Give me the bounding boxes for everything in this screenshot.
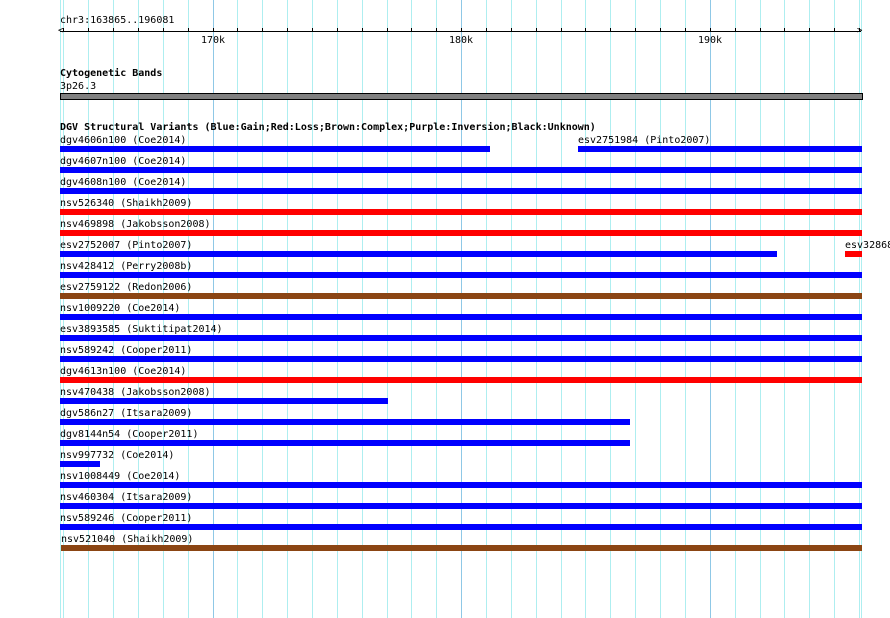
- ruler-tick: [163, 28, 164, 32]
- ruler-tick: [312, 28, 313, 32]
- ruler-tick-label: 180k: [448, 35, 474, 46]
- variant-bar-loss[interactable]: [60, 377, 862, 383]
- variant-label: nsv470438 (Jakobsson2008): [60, 387, 211, 398]
- variant-label: nsv521040 (Shaikh2009): [61, 534, 194, 545]
- ruler-tick-label: 170k: [200, 35, 226, 46]
- variant-bar-loss[interactable]: [845, 251, 862, 257]
- variant-label: nsv997732 (Coe2014): [60, 450, 175, 461]
- ruler-tick: [461, 28, 462, 32]
- variant-label: nsv460304 (Itsara2009): [60, 492, 193, 503]
- variant-bar-gain[interactable]: [60, 272, 862, 278]
- cytoband-bar[interactable]: [60, 93, 863, 100]
- variant-label: esv3893585 (Suktitipat2014): [60, 324, 223, 335]
- variant-label: esv2759122 (Redon2006): [60, 282, 193, 293]
- variant-label: nsv1008449 (Coe2014): [60, 471, 181, 482]
- variant-bar-gain[interactable]: [60, 356, 862, 362]
- variant-bar-gain[interactable]: [60, 167, 862, 173]
- ruler-tick: [88, 28, 89, 32]
- variant-label: nsv469898 (Jakobsson2008): [60, 219, 211, 230]
- ruler-tick: [138, 28, 139, 32]
- ruler-tick: [760, 28, 761, 32]
- ruler-tick: [610, 28, 611, 32]
- ruler-tick: [735, 28, 736, 32]
- variant-label: nsv428412 (Perry2008b): [60, 261, 193, 272]
- ruler-tick: [63, 28, 64, 32]
- variant-label: esv2752007 (Pinto2007): [60, 240, 193, 251]
- variant-bar-gain[interactable]: [60, 482, 862, 488]
- dgv-track-title[interactable]: DGV Structural Variants (Blue:Gain;Red:L…: [60, 122, 596, 133]
- ruler-tick: [486, 28, 487, 32]
- ruler-tick: [834, 28, 835, 32]
- genome-browser-panel: chr3:163865..196081 < > 170k180k190k Cyt…: [0, 0, 890, 618]
- variant-bar-gain[interactable]: [60, 524, 862, 530]
- variant-label: nsv1009220 (Coe2014): [60, 303, 181, 314]
- variant-bar-complex[interactable]: [61, 545, 862, 551]
- ruler-tick: [387, 28, 388, 32]
- variant-label: nsv589246 (Cooper2011): [60, 513, 193, 524]
- variant-bar-gain[interactable]: [578, 146, 862, 152]
- variant-bar-gain[interactable]: [60, 188, 862, 194]
- ruler-tick: [411, 28, 412, 32]
- variant-label: dgv4608n100 (Coe2014): [60, 177, 187, 188]
- variant-label: dgv586n27 (Itsara2009): [60, 408, 193, 419]
- variant-label: esv2751984 (Pinto2007): [578, 135, 711, 146]
- variant-bar-loss[interactable]: [60, 230, 862, 236]
- variant-bar-gain[interactable]: [60, 314, 862, 320]
- ruler-tick: [635, 28, 636, 32]
- ruler-tick: [188, 28, 189, 32]
- ruler-tick: [685, 28, 686, 32]
- variant-label: dgv4607n100 (Coe2014): [60, 156, 187, 167]
- ruler-tick: [809, 28, 810, 32]
- ruler-tick: [784, 28, 785, 32]
- variant-label: dgv8144n54 (Cooper2011): [60, 429, 199, 440]
- ruler-tick: [436, 28, 437, 32]
- variant-label: nsv526340 (Shaikh2009): [60, 198, 193, 209]
- ruler-tick: [561, 28, 562, 32]
- variant-bar-gain[interactable]: [60, 419, 630, 425]
- variant-label: dgv4613n100 (Coe2014): [60, 366, 187, 377]
- ruler-tick: [511, 28, 512, 32]
- variant-bar-gain[interactable]: [60, 503, 862, 509]
- ruler-tick: [536, 28, 537, 32]
- variant-bar-loss[interactable]: [60, 209, 862, 215]
- ruler-tick: [287, 28, 288, 32]
- cytoband-label: 3p26.3: [60, 81, 97, 92]
- cytoband-track-title[interactable]: Cytogenetic Bands: [60, 68, 162, 79]
- variant-label: nsv589242 (Cooper2011): [60, 345, 193, 356]
- ruler-tick: [213, 28, 214, 32]
- variant-bar-gain[interactable]: [60, 440, 630, 446]
- ruler-tick-label: 190k: [697, 35, 723, 46]
- variant-label: esv32868: [845, 240, 890, 251]
- ruler-tick: [859, 28, 860, 32]
- variant-bar-complex[interactable]: [60, 293, 862, 299]
- variant-bar-gain[interactable]: [60, 461, 100, 467]
- location-label: chr3:163865..196081: [60, 15, 175, 26]
- ruler-tick: [113, 28, 114, 32]
- ruler-tick: [337, 28, 338, 32]
- ruler-tick: [262, 28, 263, 32]
- ruler-tick: [362, 28, 363, 32]
- ruler-tick: [710, 28, 711, 32]
- variant-bar-gain[interactable]: [60, 335, 862, 341]
- ruler-tick: [237, 28, 238, 32]
- variant-bar-gain[interactable]: [60, 251, 777, 257]
- variant-label: dgv4606n100 (Coe2014): [60, 135, 187, 146]
- ruler-tick: [585, 28, 586, 32]
- ruler-tick: [660, 28, 661, 32]
- variant-bar-gain[interactable]: [60, 146, 490, 152]
- variant-bar-gain[interactable]: [60, 398, 388, 404]
